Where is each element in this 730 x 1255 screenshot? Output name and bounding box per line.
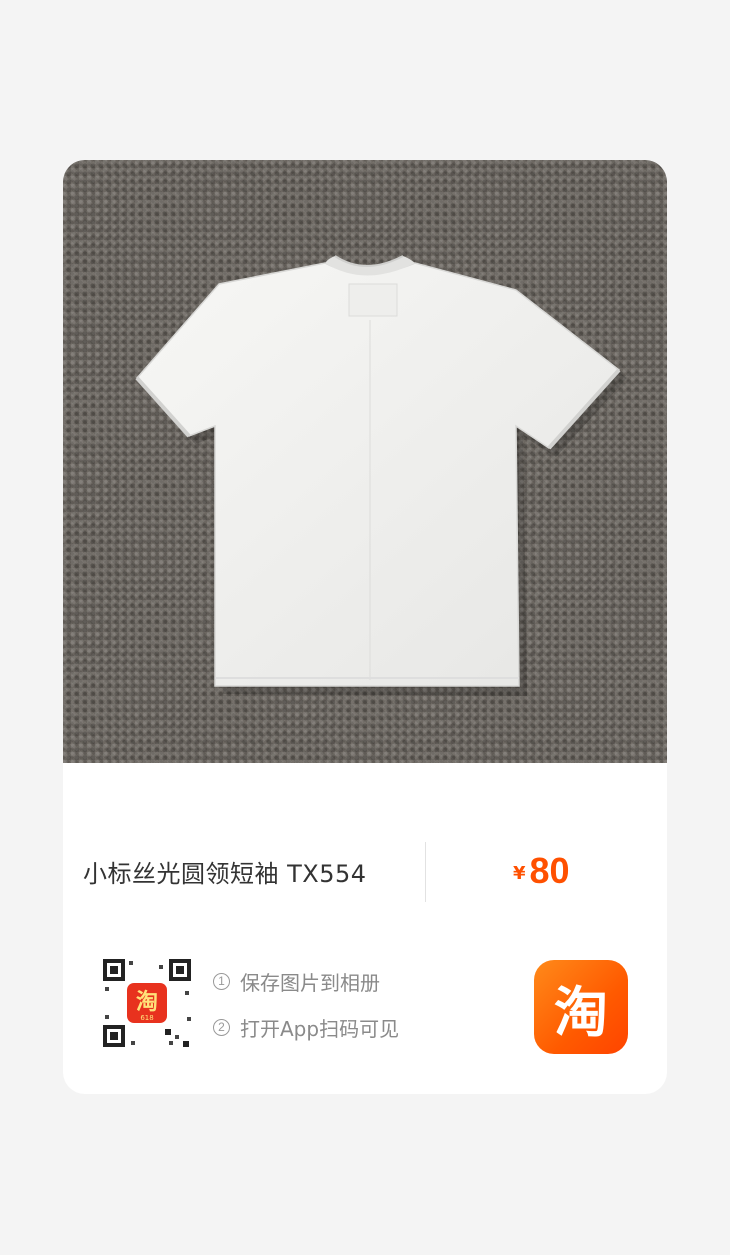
qr-code[interactable]: 淘 618 (99, 955, 195, 1051)
product-title: 小标丝光圆领短袖 TX554 (83, 860, 367, 888)
step-number-icon: 1 (213, 972, 230, 990)
tshirt-illustration (135, 255, 627, 696)
qr-app-badge-char: 淘 (136, 989, 158, 1015)
instruction-step-1: 1 保存图片到相册 (213, 968, 399, 995)
instruction-step-2: 2 打开App扫码可见 (213, 1014, 400, 1041)
product-image[interactable] (63, 160, 667, 763)
product-share-card: 小标丝光圆领短袖 TX554 ¥80 淘 618 1 保存图片到相册 2 打开A… (63, 160, 667, 1094)
currency-symbol: ¥ (513, 863, 526, 884)
taobao-logo-char: 淘 (554, 980, 608, 1044)
price-value: 80 (529, 850, 570, 891)
qr-app-badge-sub: 618 (140, 1014, 153, 1022)
product-price: ¥80 (513, 850, 570, 892)
step-text: 打开App扫码可见 (240, 1016, 400, 1041)
step-number-icon: 2 (213, 1018, 230, 1036)
divider (425, 842, 426, 902)
step-text: 保存图片到相册 (240, 970, 380, 995)
scan-instructions: 1 保存图片到相册 2 打开App扫码可见 (213, 968, 399, 1060)
taobao-logo-icon[interactable]: 淘 (534, 960, 628, 1054)
